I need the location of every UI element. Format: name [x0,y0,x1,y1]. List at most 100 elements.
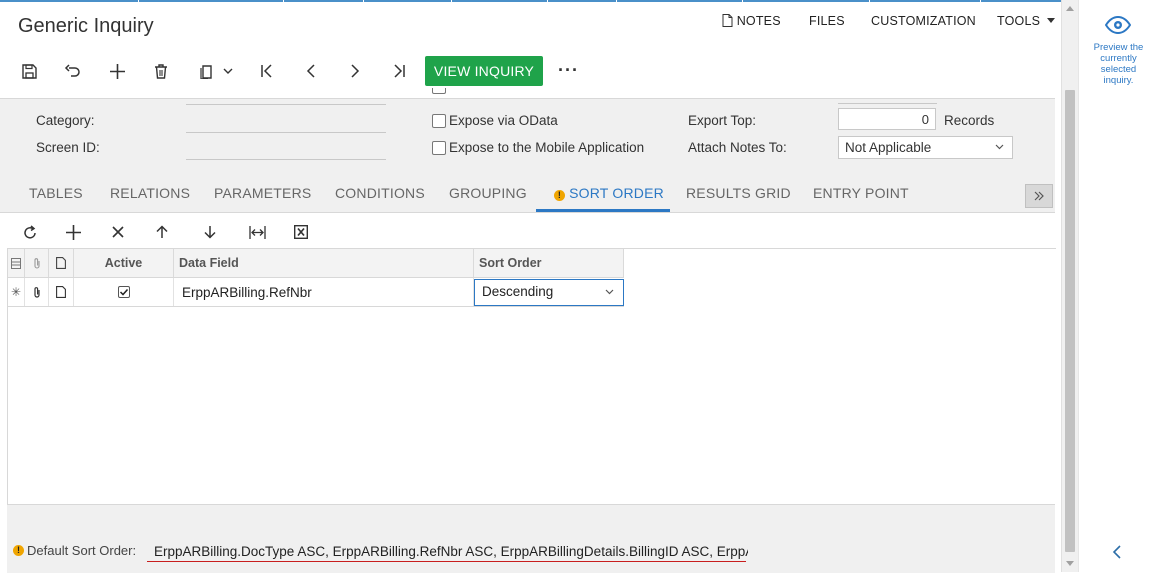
tab-entry-point[interactable]: ENTRY POINT [813,185,909,201]
warning-icon: ! [13,545,24,556]
attach-notes-select[interactable]: Not Applicable [838,136,1013,159]
tabs-overflow-button[interactable] [1025,184,1053,208]
remove-icon [112,226,124,238]
tab-sort-order-label: SORT ORDER [569,185,664,201]
scroll-down-arrow-icon[interactable] [1066,561,1074,566]
notes-link[interactable]: NOTES [722,14,781,28]
row-selector-header[interactable] [8,249,25,277]
scrollbar-thumb[interactable] [1065,90,1075,552]
next-record-button[interactable] [344,55,366,87]
undo-button[interactable] [61,55,83,87]
more-actions-button[interactable]: ··· [558,60,579,81]
customization-link[interactable]: CUSTOMIZATION [871,14,976,28]
new-row-marker-icon: ✳ [8,278,25,306]
tab-tables[interactable]: TABLES [29,185,83,201]
view-inquiry-button[interactable]: VIEW INQUIRY [425,56,543,86]
active-column-header[interactable]: Active [74,249,174,277]
tab-grouping[interactable]: GROUPING [449,185,527,201]
notes-header[interactable] [49,249,74,277]
data-field-column-header[interactable]: Data Field [174,249,474,277]
warning-icon: ! [554,190,565,201]
vertical-scrollbar[interactable] [1061,0,1078,572]
move-up-icon [156,225,168,238]
data-field-cell[interactable]: ErppARBilling.RefNbr [174,278,474,306]
first-record-button[interactable] [256,55,278,87]
delete-icon [155,63,167,79]
delete-button[interactable] [150,55,172,87]
screen-id-field[interactable] [186,159,386,160]
collapse-left-icon[interactable] [1112,544,1122,560]
sort-order-grid: Active Data Field Sort Order ✳ ErppARBil… [7,248,1056,505]
fit-columns-button[interactable] [247,222,267,242]
notes-label: NOTES [736,14,781,28]
double-chevron-right-icon [1034,191,1044,201]
tab-sort-order[interactable]: ! SORT ORDER [554,185,664,201]
fit-columns-icon [248,225,266,239]
scroll-up-arrow-icon[interactable] [1066,6,1074,11]
sort-order-select[interactable]: Descending [474,279,624,306]
attach-notes-value: Not Applicable [845,140,932,155]
tab-conditions[interactable]: CONDITIONS [335,185,425,201]
refresh-icon [23,224,36,239]
copy-paste-icon [200,64,212,79]
export-excel-icon [294,225,308,239]
records-label: Records [944,113,995,128]
attachments-header[interactable] [25,249,49,277]
row-status-icon [11,257,21,269]
tab-relations[interactable]: RELATIONS [110,185,190,201]
eye-icon[interactable] [1105,16,1131,34]
clipboard-menu-button[interactable] [194,55,238,87]
export-top-input[interactable]: 0 [838,108,936,130]
expose-mobile-checkbox[interactable] [432,141,446,155]
move-down-icon [204,226,216,239]
attach-notes-label: Attach Notes To: [688,140,787,155]
expose-odata-checkbox[interactable] [432,114,446,128]
default-sort-order-label: Default Sort Order: [27,543,137,558]
previous-record-icon [306,64,315,78]
expose-odata-label: Expose via OData [449,113,558,128]
add-button[interactable] [106,55,128,87]
grid-toolbar [0,212,1055,249]
document-icon [722,14,733,27]
move-down-button[interactable] [200,222,220,242]
refresh-button[interactable] [20,222,40,242]
note-icon [56,286,66,298]
save-button[interactable] [18,55,40,87]
tools-menu[interactable]: TOOLS [997,14,1055,28]
right-preview-panel: Preview the currently selected inquiry. [1078,0,1157,572]
caret-down-icon [1046,18,1055,23]
files-link[interactable]: FILES [809,14,845,28]
sort-order-value: Descending [482,284,554,299]
move-up-button[interactable] [152,222,172,242]
chevron-down-icon [223,68,233,74]
category-field[interactable] [186,132,386,133]
expose-mobile-label: Expose to the Mobile Application [449,140,645,155]
save-icon [21,63,37,79]
undo-icon [64,64,80,77]
default-sort-order-input[interactable]: ErppARBilling.DocType ASC, ErppARBilling… [154,544,748,559]
chevron-down-icon [605,289,614,295]
tab-results-grid[interactable]: RESULTS GRID [686,185,791,201]
first-record-icon [261,64,272,78]
paperclip-icon [33,258,40,269]
tab-parameters[interactable]: PARAMETERS [214,185,311,201]
note-icon [56,257,66,269]
sort-order-column-header[interactable]: Sort Order [474,249,624,277]
tools-label: TOOLS [997,14,1041,28]
last-record-button[interactable] [388,55,410,87]
attachments-cell[interactable] [25,278,49,306]
hidden-checkbox[interactable] [432,88,446,94]
top-accent-line [0,0,1157,2]
category-label: Category: [36,113,95,128]
preview-inquiry-text[interactable]: Preview the currently selected inquiry. [1087,42,1150,86]
previous-record-button[interactable] [300,55,322,87]
active-checkbox[interactable] [117,286,130,298]
export-excel-button[interactable] [291,222,311,242]
table-row[interactable]: ✳ ErppARBilling.RefNbr Descending [8,278,624,307]
screen-id-label: Screen ID: [36,140,100,155]
active-cell[interactable] [74,278,174,306]
notes-cell[interactable] [49,278,74,306]
add-row-button[interactable] [63,222,83,242]
delete-row-button[interactable] [108,222,128,242]
last-record-icon [394,64,405,78]
